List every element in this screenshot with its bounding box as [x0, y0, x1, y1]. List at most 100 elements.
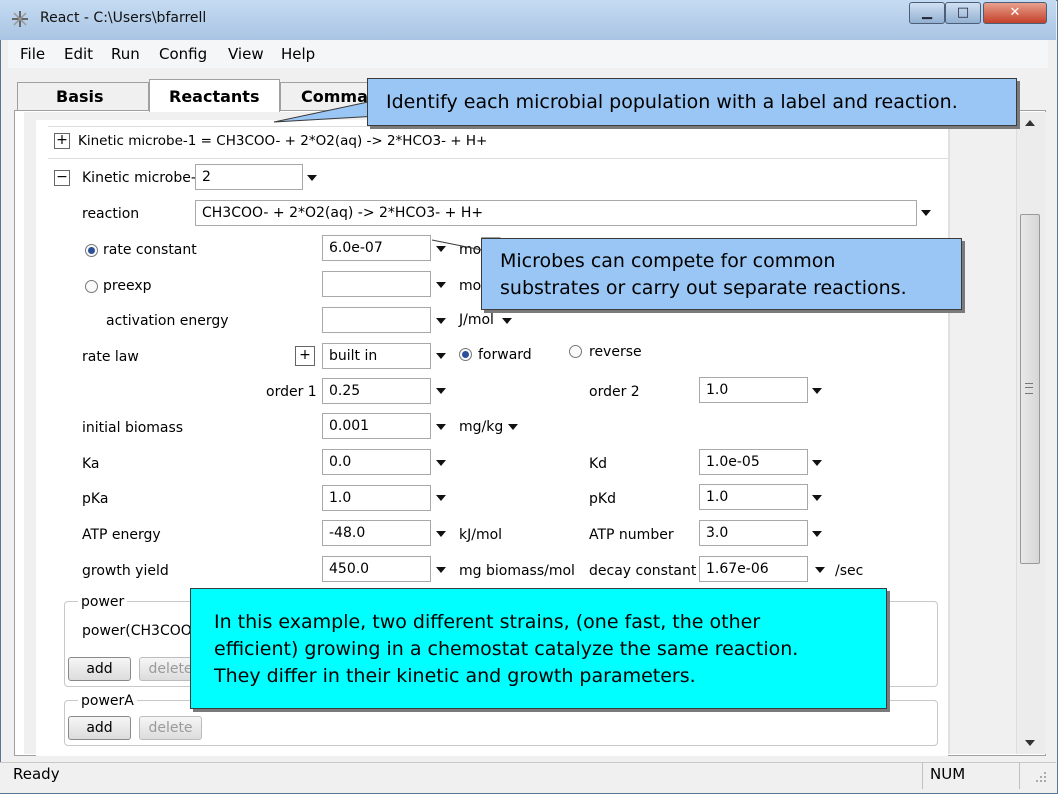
menu-run[interactable]: Run — [111, 45, 140, 63]
callout-compete-line-2: substrates or carry out separate reactio… — [500, 277, 907, 299]
preexp-radio[interactable] — [85, 280, 98, 293]
decay-constant-unit: /sec — [835, 563, 864, 579]
activation-energy-unit: J/mol — [459, 312, 494, 328]
chevron-down-icon[interactable] — [436, 567, 446, 573]
status-text: Ready — [13, 765, 60, 783]
close-button[interactable]: ✕ — [983, 2, 1047, 24]
atp-energy-label: ATP energy — [82, 527, 161, 543]
maximize-button[interactable]: □ — [945, 2, 981, 24]
microbe-1-summary: Kinetic microbe-1 = CH3COO- + 2*O2(aq) -… — [78, 133, 488, 149]
num-lock-indicator: NUM — [930, 765, 966, 783]
preexp-field[interactable] — [322, 271, 431, 297]
chevron-down-icon[interactable] — [436, 318, 446, 324]
callout-example-line-3: They differ in their kinetic and growth … — [214, 665, 696, 687]
add-button[interactable]: add — [68, 716, 131, 740]
forward-radio[interactable] — [459, 348, 472, 361]
reverse-radio[interactable] — [569, 345, 582, 358]
app-icon — [12, 11, 28, 27]
callout-compete-line-1: Microbes can compete for common — [500, 250, 836, 272]
status-bar — [0, 762, 1056, 793]
chevron-down-icon[interactable] — [436, 353, 446, 359]
rate-constant-field[interactable]: 6.0e-07 — [322, 235, 431, 261]
scroll-up-icon[interactable] — [1025, 120, 1035, 126]
chevron-down-icon[interactable] — [502, 318, 512, 324]
chevron-down-icon[interactable] — [436, 424, 446, 430]
callout-identify: Identify each microbial population with … — [367, 78, 1017, 126]
initial-biomass-label: initial biomass — [82, 420, 184, 436]
minimize-button[interactable]: ▁ — [909, 2, 945, 24]
chevron-down-icon[interactable] — [812, 531, 822, 537]
decay-constant-field[interactable]: 1.67e-06 — [699, 556, 808, 582]
callout-example: In this example, two different strains, … — [190, 588, 887, 709]
order-2-field[interactable]: 1.0 — [699, 377, 808, 403]
delete-button[interactable]: delete — [139, 716, 202, 740]
microbe-number-field[interactable]: 2 — [195, 164, 303, 190]
atp-energy-field[interactable]: -48.0 — [322, 520, 431, 546]
menu-help[interactable]: Help — [281, 45, 315, 63]
divider-line — [48, 126, 948, 127]
ka-label: Ka — [82, 456, 100, 472]
chevron-down-icon[interactable] — [436, 460, 446, 466]
reaction-label: reaction — [82, 206, 140, 222]
resize-grip-icon[interactable] — [1030, 768, 1050, 788]
tab-basis[interactable]: Basis — [17, 82, 149, 110]
pkd-field[interactable]: 1.0 — [699, 484, 808, 510]
order-1-label: order 1 — [266, 384, 317, 400]
callout-example-line-2: efficient) growing in a chemostat cataly… — [214, 638, 799, 660]
growth-yield-unit: mg biomass/mol — [459, 563, 575, 579]
chevron-down-icon[interactable] — [436, 531, 446, 537]
chevron-down-icon[interactable] — [815, 567, 825, 573]
chevron-down-icon[interactable] — [921, 210, 931, 216]
decay-constant-label: decay constant — [589, 563, 697, 579]
menu-config[interactable]: Config — [159, 45, 207, 63]
initial-biomass-unit: mg/kg — [459, 419, 504, 435]
divider-line — [48, 158, 948, 159]
kd-field[interactable]: 1.0e-05 — [699, 449, 808, 475]
ka-field[interactable]: 0.0 — [322, 449, 431, 475]
chevron-down-icon[interactable] — [436, 388, 446, 394]
order-2-label: order 2 — [589, 384, 640, 400]
pka-label: pKa — [82, 491, 109, 507]
chevron-down-icon[interactable] — [812, 388, 822, 394]
callout-example-line-1: In this example, two different strains, … — [214, 611, 761, 633]
grip-icon — [1025, 383, 1033, 394]
chevron-down-icon[interactable] — [812, 495, 822, 501]
forward-label: forward — [478, 347, 532, 363]
pkd-label: pKd — [589, 491, 616, 507]
atp-energy-unit: kJ/mol — [459, 527, 503, 543]
rate-law-label: rate law — [82, 349, 139, 365]
menu-file[interactable]: File — [20, 45, 45, 63]
scroll-down-icon[interactable] — [1025, 740, 1035, 746]
growth-yield-field[interactable]: 450.0 — [322, 556, 431, 582]
menu-view[interactable]: View — [228, 45, 264, 63]
add-button[interactable]: add — [68, 657, 131, 681]
chevron-down-icon[interactable] — [508, 424, 518, 430]
reaction-field[interactable]: CH3COO- + 2*O2(aq) -> 2*HCO3- + H+ — [195, 200, 917, 226]
power-group-title: power — [78, 594, 128, 610]
chevron-down-icon[interactable] — [307, 175, 317, 181]
activation-energy-field[interactable] — [322, 307, 431, 333]
preexp-label: preexp — [103, 278, 152, 294]
chevron-down-icon[interactable] — [436, 495, 446, 501]
preexp-unit: mo — [459, 278, 482, 294]
rate-law-field[interactable]: built in — [322, 343, 431, 369]
reverse-label: reverse — [589, 344, 642, 360]
activation-energy-label: activation energy — [106, 313, 229, 329]
callout-pointer — [273, 101, 379, 123]
collapse-icon[interactable]: − — [54, 170, 70, 186]
initial-biomass-field[interactable]: 0.001 — [322, 413, 431, 439]
microbe-header-label: Kinetic microbe- — [82, 170, 196, 186]
expand-icon[interactable]: + — [54, 133, 70, 149]
add-icon[interactable]: + — [295, 346, 315, 366]
menu-edit[interactable]: Edit — [64, 45, 93, 63]
rate-constant-label: rate constant — [103, 242, 197, 258]
power-expression: power(CH3COO- — [82, 623, 198, 639]
tab-reactants[interactable]: Reactants — [149, 79, 280, 112]
chevron-down-icon[interactable] — [812, 460, 822, 466]
atp-number-field[interactable]: 3.0 — [699, 520, 808, 546]
pka-field[interactable]: 1.0 — [322, 485, 431, 511]
callout-compete: Microbes can compete for common substrat… — [481, 238, 962, 310]
chevron-down-icon[interactable] — [436, 282, 446, 288]
order-1-field[interactable]: 0.25 — [322, 378, 431, 404]
rate-constant-radio[interactable] — [85, 244, 98, 257]
